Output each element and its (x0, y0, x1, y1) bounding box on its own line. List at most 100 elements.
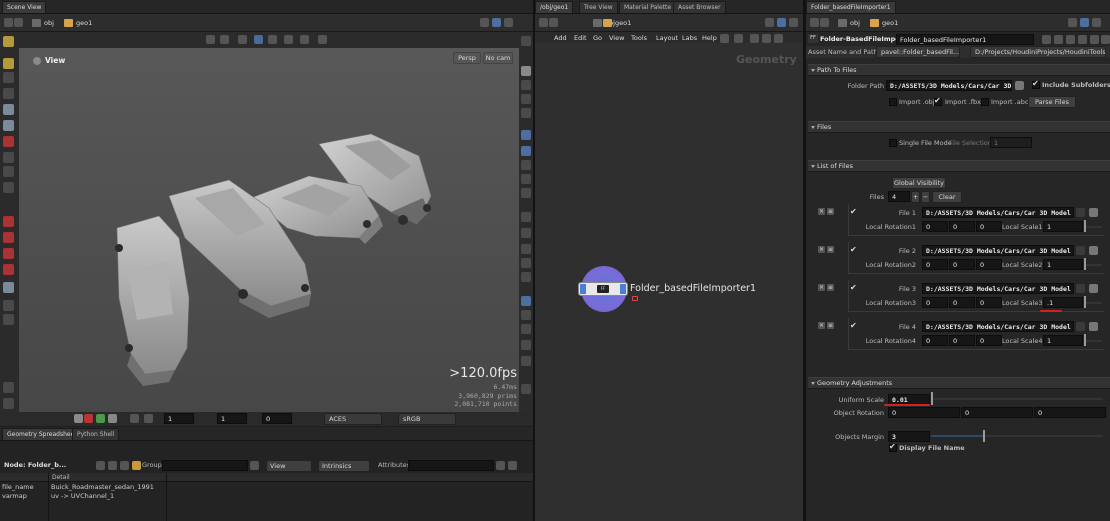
view-menu[interactable]: View (266, 460, 312, 472)
attribute-filter-icon[interactable] (496, 461, 505, 470)
quick-marks-icon[interactable] (762, 34, 771, 43)
file-3-menu-icon[interactable] (1076, 284, 1085, 293)
viewport[interactable]: View Persp No cam >120.0fps 6.47ms 3,960… (19, 48, 519, 412)
forward-icon[interactable] (14, 18, 23, 27)
file-1-browse-icon[interactable] (1089, 208, 1098, 217)
ghost-icon[interactable] (284, 35, 293, 44)
smooth-shade-icon[interactable] (521, 130, 531, 140)
detail-type-icon[interactable] (132, 461, 141, 470)
shadow-icon[interactable] (521, 384, 531, 394)
footprint-icon[interactable] (521, 340, 531, 350)
global-visibility-button[interactable]: Global Visibility (892, 177, 946, 189)
snap-icon[interactable] (3, 136, 14, 147)
local-rotation-2-z[interactable]: 0 (976, 259, 1002, 270)
network-info-icon[interactable] (774, 34, 783, 43)
link-icon[interactable] (777, 18, 786, 27)
hull-icon[interactable] (521, 272, 531, 282)
file-selection-field[interactable]: 1 (990, 137, 1032, 148)
prims-type-icon[interactable] (120, 461, 129, 470)
node-display-flag[interactable] (580, 284, 586, 294)
link-icon[interactable] (1080, 18, 1089, 27)
value-field-2[interactable]: 1 (217, 413, 247, 424)
handle-tool-icon[interactable] (3, 58, 14, 69)
tab-parameters[interactable]: Folder_basedFileImporter1 (806, 1, 896, 13)
network-view-icon[interactable] (750, 34, 759, 43)
local-rotation-2-x[interactable]: 0 (922, 259, 948, 270)
network-options-icon[interactable] (720, 34, 729, 43)
table-row[interactable]: varmap (2, 492, 27, 500)
node-render-flag[interactable] (620, 284, 626, 294)
info-icon[interactable] (1090, 35, 1099, 44)
multi-snap-icon[interactable] (3, 248, 14, 259)
menu-add[interactable]: Add (554, 34, 567, 42)
import-obj-checkbox[interactable] (889, 98, 897, 106)
template-icon[interactable] (521, 324, 531, 334)
object-rotation-z[interactable]: 0 (1034, 407, 1106, 418)
file-4-menu-icon[interactable] (1076, 322, 1085, 331)
local-rotation-1-x[interactable]: 0 (922, 221, 948, 232)
add-file-button[interactable]: + (911, 191, 920, 203)
intrinsics-menu[interactable]: Intrinsics (318, 460, 370, 472)
menu-go[interactable]: Go (593, 34, 602, 42)
display-options-icon[interactable] (521, 36, 531, 46)
curve-snap-icon[interactable] (3, 182, 14, 193)
table-row[interactable]: file_name (2, 483, 34, 491)
local-rotation-4-x[interactable]: 0 (922, 335, 948, 346)
parse-files-button[interactable]: Parse Files (1028, 96, 1076, 108)
local-scale-4-slider[interactable] (1086, 340, 1102, 342)
single-file-mode-checkbox[interactable] (889, 139, 897, 147)
section-files[interactable]: Files (808, 121, 1110, 133)
flipbook-icon[interactable] (74, 414, 83, 423)
back-icon[interactable] (539, 18, 548, 27)
points-display-icon[interactable] (521, 174, 531, 184)
uv-icon[interactable] (521, 244, 531, 254)
local-rotation-4-z[interactable]: 0 (976, 335, 1002, 346)
point-snap-icon[interactable] (3, 166, 14, 177)
snap-grid-icon[interactable] (734, 34, 743, 43)
srgb-menu[interactable]: sRGB (398, 413, 456, 425)
prim-numbers-icon[interactable] (521, 188, 531, 198)
file-3-path-field[interactable]: D:/ASSETS/3D Models/Cars/Car 3D Model 8 (922, 283, 1074, 294)
asset-name-menu[interactable]: pavel::Folder_basedFil... (876, 46, 960, 58)
points-type-icon[interactable] (108, 461, 117, 470)
render-region-icon[interactable] (84, 414, 93, 423)
local-rotation-3-z[interactable]: 0 (976, 297, 1002, 308)
green-channel-icon[interactable] (96, 414, 105, 423)
normals-icon[interactable] (521, 160, 531, 170)
help-icon[interactable] (1066, 35, 1075, 44)
geometry-type-icon[interactable] (96, 461, 105, 470)
vertex-icon[interactable] (521, 228, 531, 238)
remove-file-button[interactable]: − (921, 191, 930, 203)
params-more-icon[interactable] (1101, 35, 1110, 44)
camera-scale-icon[interactable] (220, 35, 229, 44)
light-icon[interactable] (3, 398, 14, 409)
path-geo1[interactable]: geo1 (62, 17, 92, 29)
background-icon[interactable] (521, 108, 531, 118)
lock-camera-icon[interactable] (521, 94, 531, 104)
remove-file-3-icon[interactable]: × (818, 284, 825, 291)
value-field-1[interactable]: 1 (164, 413, 194, 424)
node-label[interactable]: Folder_basedFileImporter1 (630, 283, 756, 294)
menu-labs[interactable]: Labs (682, 34, 697, 42)
file-2-menu-icon[interactable] (1076, 246, 1085, 255)
tab-asset-browser[interactable]: Asset Browser (673, 1, 726, 13)
menu-tools[interactable]: Tools (631, 34, 647, 42)
aces-menu[interactable]: ACES (324, 413, 382, 425)
insert-file-3-icon[interactable]: ≡ (827, 284, 834, 291)
local-rotation-4-y[interactable]: 0 (949, 335, 975, 346)
brush-icon[interactable] (1054, 35, 1063, 44)
alpha-channel-icon[interactable] (108, 414, 117, 423)
arrow-tool-icon[interactable] (3, 104, 14, 115)
local-scale-3-slider[interactable] (1086, 302, 1102, 304)
path-obj[interactable]: obj (30, 17, 54, 29)
objects-margin-slider-fill[interactable] (931, 435, 983, 437)
object-rotation-y[interactable]: 0 (961, 407, 1033, 418)
objects-margin-field[interactable]: 3 (888, 431, 930, 442)
back-icon[interactable] (4, 18, 13, 27)
filter-icon[interactable] (250, 461, 259, 470)
menu-view[interactable]: View (609, 34, 624, 42)
view-label[interactable]: View (45, 56, 65, 65)
section-geometry-adjustments[interactable]: Geometry Adjustments (808, 377, 1110, 389)
pin-icon[interactable] (765, 18, 774, 27)
menu-edit[interactable]: Edit (574, 34, 587, 42)
